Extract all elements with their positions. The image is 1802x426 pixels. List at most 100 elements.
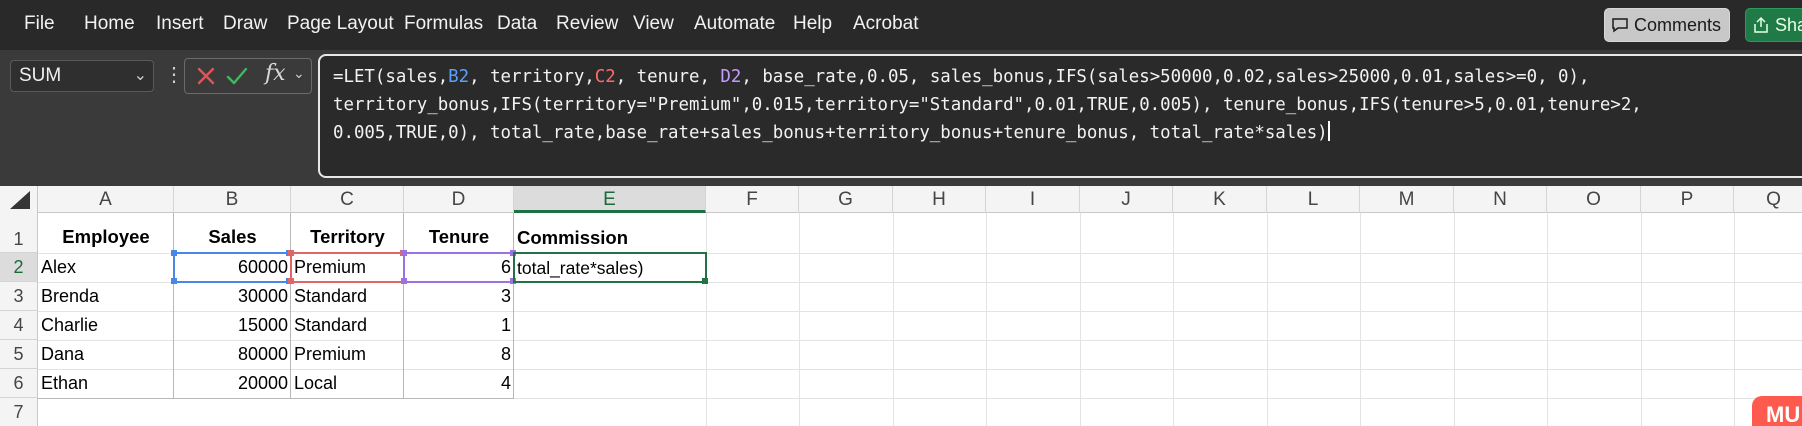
column-header-b[interactable]: B [174,186,291,213]
more-options-icon[interactable]: ⋮ [164,62,184,88]
gridline [1454,213,1455,426]
share-label: Sha [1775,14,1802,35]
header-tenure[interactable]: Tenure [404,221,514,253]
ref-handle-b2[interactable] [171,278,177,284]
formula-bar-area: SUM ⌄ ⋮ fx ⌄ =LET(sales,B2, territory,C2… [0,50,1802,186]
comments-button[interactable]: Comments [1604,8,1730,42]
header-commission[interactable]: Commission [514,222,706,254]
row-header-6[interactable]: 6 [0,369,38,398]
gridline [1641,213,1642,426]
cell-a3[interactable]: Brenda [38,282,174,311]
formula-controls: fx ⌄ [184,58,312,94]
ref-d2: D2 [720,67,742,87]
ref-handle-c2[interactable] [288,250,294,256]
row-header-2[interactable]: 2 [0,253,38,282]
menu-automate[interactable]: Automate [694,13,775,35]
comment-icon [1612,18,1628,33]
ref-handle-d2[interactable] [401,278,407,284]
gridline [1080,213,1081,426]
menu-formulas[interactable]: Formulas [404,13,483,35]
row-header-3[interactable]: 3 [0,282,38,311]
header-employee[interactable]: Employee [38,221,174,253]
watermark-logo: MU [1752,396,1802,426]
gridline [1360,213,1361,426]
gridline [706,213,707,426]
header-territory[interactable]: Territory [291,221,404,253]
cell-a6[interactable]: Ethan [38,369,174,398]
column-header-h[interactable]: H [893,186,986,213]
cell-a2[interactable]: Alex [38,253,174,282]
cell-c3[interactable]: Standard [291,282,404,311]
cell-a4[interactable]: Charlie [38,311,174,340]
column-header-c[interactable]: C [291,186,404,213]
column-header-j[interactable]: J [1080,186,1173,213]
gridline [1267,213,1268,426]
active-cell-outline [513,252,707,283]
ref-handle-d2[interactable] [401,250,407,256]
menu-draw[interactable]: Draw [223,13,267,35]
column-header-e[interactable]: E [514,186,706,213]
insert-function-icon[interactable]: fx [265,61,286,86]
cell-d5[interactable]: 8 [404,340,514,369]
menu-home[interactable]: Home [84,13,135,35]
cancel-icon[interactable] [195,65,217,87]
cell-c6[interactable]: Local [291,369,404,398]
row-header-7[interactable]: 7 [0,398,38,426]
chevron-down-icon[interactable]: ⌄ [134,61,147,91]
share-icon [1754,16,1768,33]
column-header-i[interactable]: I [986,186,1080,213]
menu-help[interactable]: Help [793,13,832,35]
menu-view[interactable]: View [633,13,674,35]
column-header-p[interactable]: P [1641,186,1734,213]
ref-c2: C2 [594,67,616,87]
cell-b5[interactable]: 80000 [174,340,291,369]
enter-check-icon[interactable] [225,65,249,87]
cell-b4[interactable]: 15000 [174,311,291,340]
cell-b6[interactable]: 20000 [174,369,291,398]
name-box-value: SUM [19,65,62,86]
ref-handle-c2[interactable] [288,278,294,284]
share-button[interactable]: Sha [1745,8,1802,42]
cell-b3[interactable]: 30000 [174,282,291,311]
formula-input[interactable]: =LET(sales,B2, territory,C2, tenure, D2,… [318,54,1802,178]
select-all-button[interactable] [0,186,38,213]
chevron-down-icon[interactable]: ⌄ [293,65,305,82]
column-header-n[interactable]: N [1454,186,1547,213]
cell-a5[interactable]: Dana [38,340,174,369]
menu-data[interactable]: Data [497,13,537,35]
column-header-a[interactable]: A [38,186,174,213]
name-box[interactable]: SUM ⌄ [10,60,154,92]
cell-d3[interactable]: 3 [404,282,514,311]
row-header-1[interactable]: 1 [0,213,38,253]
cell-c5[interactable]: Premium [291,340,404,369]
gridline [799,213,800,426]
formula-line-1: =LET(sales,B2, territory,C2, tenure, D2,… [333,67,1590,87]
cell-d4[interactable]: 1 [404,311,514,340]
select-all-icon [10,191,30,209]
menu-page-layout[interactable]: Page Layout [287,13,394,35]
cell-d6[interactable]: 4 [404,369,514,398]
row-header-4[interactable]: 4 [0,311,38,340]
column-header-g[interactable]: G [799,186,893,213]
menu-review[interactable]: Review [556,13,618,35]
column-header-m[interactable]: M [1360,186,1454,213]
menu-acrobat[interactable]: Acrobat [853,13,918,35]
column-header-f[interactable]: F [706,186,799,213]
menu-insert[interactable]: Insert [156,13,204,35]
column-header-q[interactable]: Q [1734,186,1802,213]
row-header-5[interactable]: 5 [0,340,38,369]
header-sales[interactable]: Sales [174,221,291,253]
column-header-k[interactable]: K [1173,186,1267,213]
ref-handle-b2[interactable] [171,250,177,256]
gridline [1173,213,1174,426]
column-header-d[interactable]: D [404,186,514,213]
gridline [986,213,987,426]
column-header-o[interactable]: O [1547,186,1641,213]
column-header-l[interactable]: L [1267,186,1360,213]
fill-handle[interactable] [702,278,708,284]
gridline [1734,213,1735,426]
cell-c4[interactable]: Standard [291,311,404,340]
gridline [893,213,894,426]
gridline [1547,213,1548,426]
menu-file[interactable]: File [24,13,55,35]
